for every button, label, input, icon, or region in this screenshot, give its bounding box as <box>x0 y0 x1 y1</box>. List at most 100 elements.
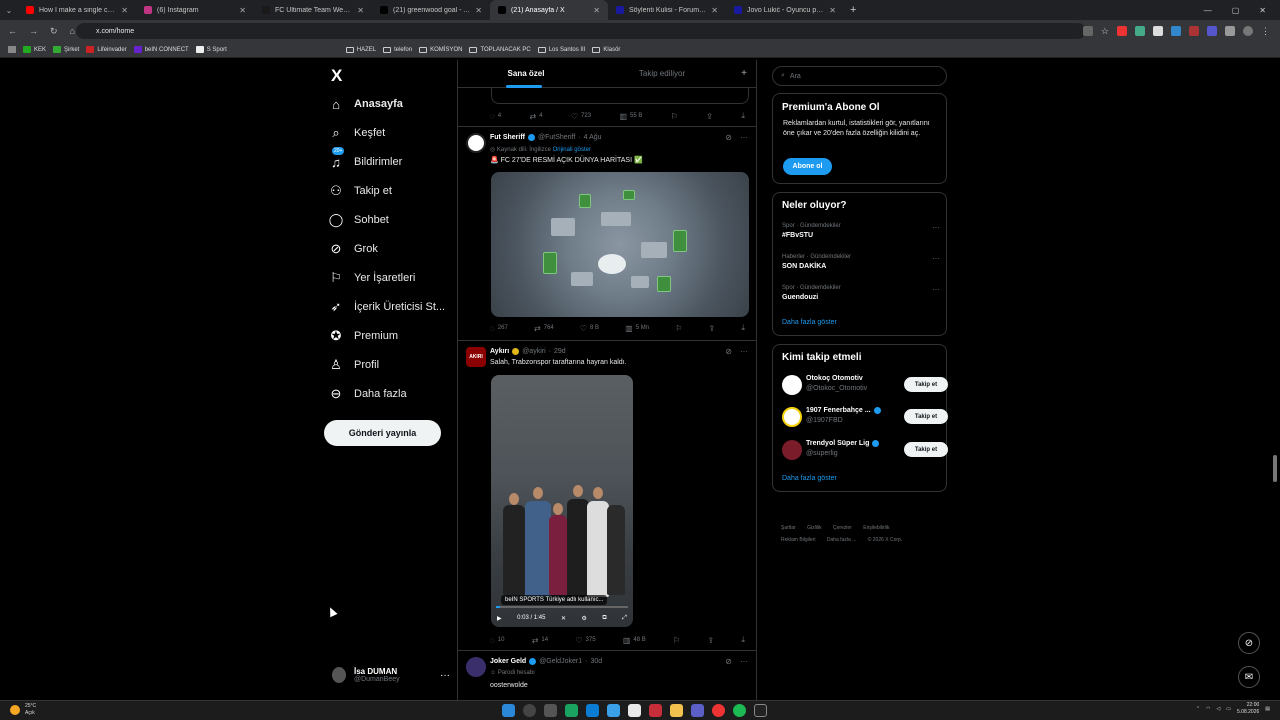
footer-link[interactable]: Daha fazla ... <box>827 537 856 543</box>
tab-close-icon[interactable]: ✕ <box>239 6 246 15</box>
tweet[interactable]: Joker Geld @GeldJoker1 · 30d ⊘ ··· ☺ Par… <box>458 651 756 700</box>
browser-tab[interactable]: FC Ultimate Team Web App - E ✕ <box>254 0 372 20</box>
tweet-time[interactable]: 30d <box>590 658 602 665</box>
tab-search-icon[interactable]: ⌄ <box>0 6 18 15</box>
bookmark-folder[interactable]: TOPLANACAK PC <box>469 46 531 53</box>
app-icon[interactable] <box>628 704 641 717</box>
battery-icon[interactable]: ▭ <box>1226 706 1231 712</box>
back-icon[interactable]: ← <box>8 26 17 36</box>
scrollbar[interactable] <box>1273 62 1277 692</box>
new-tab-button[interactable]: + <box>850 4 856 16</box>
follow-suggestion[interactable]: Otokoç Otomotiv @Otokoc_Otomotiv Takip e… <box>782 373 948 397</box>
more-dots-icon[interactable]: ··· <box>440 670 450 681</box>
share-button[interactable]: ⇪ <box>706 112 713 121</box>
spotify-icon[interactable] <box>733 704 746 717</box>
nav-item-home[interactable]: ⌂ Anasayfa <box>328 96 403 112</box>
url-bar[interactable]: x.com/home <box>76 23 1086 39</box>
notification-icon[interactable]: ▤ <box>1265 706 1270 712</box>
profile-avatar-icon[interactable] <box>1243 26 1253 36</box>
more-dots-icon[interactable]: ··· <box>740 347 748 356</box>
tab-close-icon[interactable]: ✕ <box>357 6 364 15</box>
follow-button[interactable]: Takip et <box>904 442 948 457</box>
nav-item-bell[interactable]: ♫ 20+ Bildirimler <box>328 147 402 170</box>
chrome-icon[interactable] <box>712 704 725 717</box>
reply-button[interactable]: ◌ 267 <box>490 324 508 333</box>
reply-button[interactable]: ◌ 10 <box>490 636 504 645</box>
more-dots-icon[interactable]: ··· <box>932 285 940 294</box>
nav-item-search[interactable]: ⌕ Keşfet <box>328 125 385 141</box>
bookmark-folder[interactable]: Klasör <box>592 46 620 53</box>
more-dots-icon[interactable]: ··· <box>932 223 940 232</box>
avatar[interactable]: AKIRI <box>466 347 486 367</box>
footer-link[interactable]: Gizlilik <box>807 525 821 531</box>
extension-icon[interactable] <box>1171 26 1181 36</box>
browser-tab[interactable]: (21) greenwood goal - Arama / ✕ <box>372 0 490 20</box>
extension-icon[interactable] <box>1135 26 1145 36</box>
subscribe-button[interactable]: Abone ol <box>783 158 832 175</box>
trend-item[interactable]: Haberler · Gündemdekiler SON DAKİKA ··· <box>782 254 940 270</box>
download-button[interactable]: ⤓ <box>741 323 745 333</box>
footer-link[interactable]: Erişilebilirlik <box>863 525 889 531</box>
trend-item[interactable]: Spor · Gündemdekiler Guendouzi ··· <box>782 285 940 301</box>
share-button[interactable]: ⇪ <box>707 636 714 645</box>
follow-suggestion[interactable]: 1907 Fenerbahçe ... @1907FBD Takip et <box>782 405 948 429</box>
menu-icon[interactable]: ⋮ <box>1261 26 1270 37</box>
views-button[interactable]: ▥ 5 Mn <box>625 324 649 333</box>
app-icon[interactable] <box>649 704 662 717</box>
post-button[interactable]: Gönderi yayınla <box>324 420 441 446</box>
bookmark-button[interactable]: ⚐ <box>675 324 682 333</box>
wifi-icon[interactable]: ◠ <box>1206 706 1210 712</box>
author-name[interactable]: Fut Sheriff <box>490 134 525 141</box>
bookmark-folder[interactable]: HAZEL <box>345 46 376 53</box>
grok-icon[interactable]: ⊘ <box>725 347 732 356</box>
nav-item-more[interactable]: ⊖ Daha fazla <box>328 386 407 402</box>
forward-icon[interactable]: → <box>29 26 38 36</box>
video-progress[interactable] <box>496 606 628 608</box>
avatar[interactable] <box>466 657 486 677</box>
maximize-icon[interactable]: ▢ <box>1232 6 1240 15</box>
nav-item-premium[interactable]: ✪ Premium <box>328 328 398 344</box>
nav-item-profile[interactable]: ♙ Profil <box>328 357 379 373</box>
tweet-time[interactable]: 29d <box>554 348 566 355</box>
follow-button[interactable]: Takip et <box>904 409 948 424</box>
bookmark[interactable]: Şirket <box>53 46 79 53</box>
x-logo[interactable]: X <box>331 66 342 86</box>
footer-link[interactable]: Reklam Bilgileri <box>781 537 815 543</box>
app-icon[interactable] <box>691 704 704 717</box>
follow-button[interactable]: Takip et <box>904 377 948 392</box>
avatar[interactable] <box>466 133 486 153</box>
nav-item-rocket[interactable]: ➶ İçerik Üreticisi St... <box>328 299 446 315</box>
author-name[interactable]: Aykırı <box>490 348 509 355</box>
follow-show-more-link[interactable]: Daha fazla göster <box>782 475 837 482</box>
bookmark-button[interactable]: ⚐ <box>673 636 680 645</box>
like-button[interactable]: ♡ 375 <box>575 636 595 645</box>
apps-icon[interactable] <box>8 46 16 53</box>
browser-tab[interactable]: (21) Anasayfa / X ✕ <box>490 0 608 20</box>
bookmark-folder[interactable]: telefon <box>383 46 412 53</box>
download-button[interactable]: ⤓ <box>741 635 745 645</box>
nav-item-person-add[interactable]: ⚇ Takip et <box>328 183 392 199</box>
footer-link[interactable]: Çerezler <box>833 525 852 531</box>
follow-suggestion[interactable]: Trendyol Süper Lig @superlig Takip et <box>782 438 948 462</box>
weather-widget[interactable]: 25°C Açık <box>10 703 36 717</box>
bookmark-button[interactable]: ⚐ <box>671 112 678 121</box>
download-button[interactable]: ⤓ <box>741 111 745 121</box>
author-handle[interactable]: @FutSheriff <box>538 134 575 141</box>
tweet-time[interactable]: 4 Ağu <box>584 134 602 141</box>
more-dots-icon[interactable]: ··· <box>932 254 940 263</box>
install-icon[interactable] <box>1082 26 1093 36</box>
nav-item-chat[interactable]: ◯ Sohbet <box>328 212 389 228</box>
like-button[interactable]: ♡ 723 <box>571 112 591 121</box>
fullscreen-icon[interactable]: ⤢ <box>622 615 627 622</box>
extension-icon[interactable] <box>1117 26 1127 36</box>
task-view-icon[interactable] <box>544 704 557 717</box>
footer-link[interactable]: Şartlar <box>781 525 796 531</box>
star-icon[interactable]: ☆ <box>1101 26 1109 37</box>
grok-float-button[interactable]: ⊘ <box>1238 632 1260 654</box>
tab-close-icon[interactable]: ✕ <box>121 6 128 15</box>
search-input[interactable]: Ara <box>790 73 801 80</box>
puzzle-icon[interactable] <box>1225 26 1235 36</box>
extension-icon[interactable] <box>1153 26 1163 36</box>
file-explorer-icon[interactable] <box>670 704 683 717</box>
author-handle[interactable]: @aykiri <box>522 348 545 355</box>
